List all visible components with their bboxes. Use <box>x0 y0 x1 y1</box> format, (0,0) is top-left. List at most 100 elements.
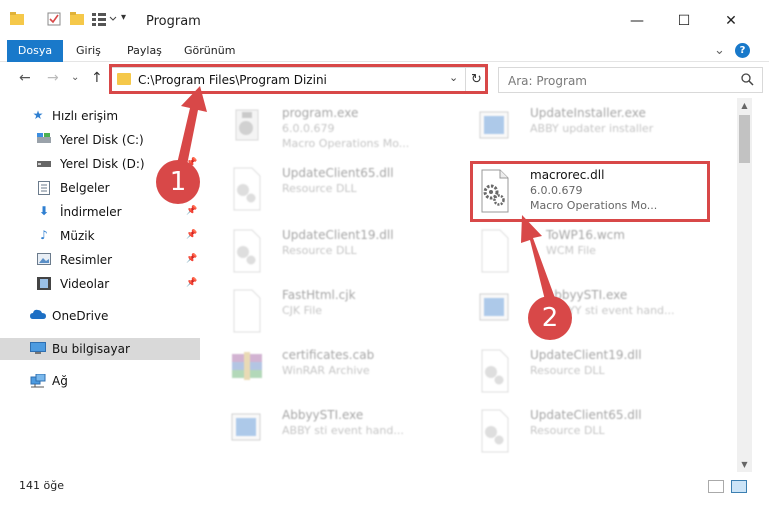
search-input[interactable]: Ara: Program <box>508 74 587 88</box>
nav-item-this-pc[interactable]: Bu bilgisayar <box>0 338 200 360</box>
file-list: program.exe 6.0.0.679 Macro Operations M… <box>210 100 737 472</box>
nav-item-label: OneDrive <box>52 309 109 323</box>
nav-item-music[interactable]: ♪ Müzik 📌 <box>0 225 200 247</box>
file-icon <box>476 228 512 274</box>
status-bar: 141 öğe <box>0 474 769 498</box>
file-name: FastHtml.cjk <box>282 288 356 302</box>
file-item[interactable]: UpdateClient65.dll Resource DLL <box>220 160 470 218</box>
nav-item-label: Bu bilgisayar <box>52 342 130 356</box>
file-item[interactable]: AbbyySTI.exe ABBYY sti event hand... <box>468 282 718 340</box>
close-button[interactable]: ✕ <box>717 10 745 32</box>
nav-item-network[interactable]: Ağ <box>0 370 200 392</box>
file-detail: WinRAR Archive <box>282 364 370 377</box>
minimize-button[interactable]: — <box>623 10 651 32</box>
installer-icon <box>476 106 512 152</box>
ribbon-expand-icon[interactable]: ⌄ <box>714 40 725 62</box>
computer-icon <box>30 342 46 355</box>
nav-item-pictures[interactable]: Resimler 📌 <box>0 249 200 271</box>
file-name: UpdateClient65.dll <box>530 408 642 422</box>
ribbon-tabs: Dosya Giriş Paylaş Görünüm ⌄ ? <box>0 40 769 62</box>
cloud-icon <box>30 309 46 322</box>
properties-icon[interactable] <box>47 12 61 29</box>
music-icon: ♪ <box>40 228 48 242</box>
pin-icon[interactable]: 📌 <box>186 230 197 240</box>
pictures-icon <box>37 253 51 266</box>
nav-item-label: Videolar <box>60 277 110 291</box>
download-icon: ⬇ <box>38 204 50 218</box>
search-icon[interactable] <box>741 73 754 89</box>
video-icon <box>37 277 51 290</box>
details-view-icon[interactable] <box>708 480 724 493</box>
up-button[interactable]: ↑ <box>91 70 103 86</box>
file-item[interactable]: certificates.cab WinRAR Archive <box>220 342 470 400</box>
nav-item-label: Belgeler <box>60 181 110 195</box>
item-count: 141 öğe <box>19 479 64 492</box>
vertical-scrollbar[interactable]: ▲ ▼ <box>737 98 752 472</box>
nav-item-label: İndirmeler <box>60 205 122 219</box>
tab-view[interactable]: Görünüm <box>184 40 235 62</box>
nav-item-label: Müzik <box>60 229 95 243</box>
nav-item-label: Yerel Disk (C:) <box>60 133 144 147</box>
exe-icon <box>228 106 264 152</box>
help-icon[interactable]: ? <box>735 43 750 58</box>
file-detail: Macro Operations Mo... <box>282 137 410 150</box>
title-bar: ▾ Program — ☐ ✕ <box>0 0 769 40</box>
back-button[interactable]: ← <box>19 70 31 86</box>
network-icon <box>30 373 46 388</box>
nav-item-onedrive[interactable]: OneDrive <box>0 305 200 327</box>
pin-icon[interactable]: 📌 <box>186 278 197 288</box>
scroll-thumb[interactable] <box>739 115 750 163</box>
folder-icon <box>10 12 24 28</box>
pin-icon[interactable]: 📌 <box>186 254 197 264</box>
maximize-button[interactable]: ☐ <box>670 10 698 32</box>
exe-icon <box>228 408 264 454</box>
file-item[interactable]: UpdateClient19.dll Resource DLL <box>220 222 470 280</box>
file-item[interactable]: UpdateClient65.dll Resource DLL <box>468 402 718 460</box>
nav-item-disk-c[interactable]: Yerel Disk (C:) <box>0 129 200 151</box>
dll-icon <box>228 166 264 212</box>
file-name: UpdateInstaller.exe <box>530 106 646 120</box>
step-1-badge: 1 <box>156 160 200 204</box>
drive-icon <box>37 157 51 170</box>
dll-icon <box>476 348 512 394</box>
file-item[interactable]: FastHtml.cjk CJK File <box>220 282 470 340</box>
nav-item-label: Resimler <box>60 253 113 267</box>
file-item[interactable]: AbbyySTI.exe ABBY sti event hand... <box>220 402 470 460</box>
pin-icon[interactable]: 📌 <box>186 206 197 216</box>
file-name: program.exe <box>282 106 359 120</box>
file-detail: Resource DLL <box>530 364 605 377</box>
file-item[interactable]: program.exe 6.0.0.679 Macro Operations M… <box>220 100 470 158</box>
file-name: UpdateClient19.dll <box>282 228 394 242</box>
view-options-icon[interactable] <box>92 12 118 29</box>
file-name: AbbyySTI.exe <box>282 408 364 422</box>
scroll-down-icon[interactable]: ▼ <box>737 457 752 472</box>
tab-file[interactable]: Dosya <box>7 40 63 62</box>
search-box[interactable]: Ara: Program <box>498 67 763 93</box>
file-detail: ABBY sti event hand... <box>282 424 404 437</box>
dll-icon <box>476 408 512 454</box>
tab-share[interactable]: Paylaş <box>127 40 162 62</box>
file-name: certificates.cab <box>282 348 375 362</box>
nav-item-downloads[interactable]: ⬇ İndirmeler 📌 <box>0 201 200 223</box>
file-icon <box>228 288 264 334</box>
customize-toolbar-icon[interactable]: ▾ <box>121 12 126 23</box>
file-detail: 6.0.0.679 <box>282 122 335 135</box>
new-folder-icon[interactable] <box>70 12 84 28</box>
tab-home[interactable]: Giriş <box>76 40 101 62</box>
recent-locations-button[interactable]: ⌄ <box>71 72 79 83</box>
file-item[interactable]: UpdateClient19.dll Resource DLL <box>468 342 718 400</box>
file-detail: WCM File <box>546 244 596 257</box>
file-item[interactable]: UpdateInstaller.exe ABBY updater install… <box>468 100 718 158</box>
file-detail: CJK File <box>282 304 323 317</box>
address-highlight-box <box>109 64 488 94</box>
nav-item-videos[interactable]: Videolar 📌 <box>0 273 200 295</box>
forward-button[interactable]: → <box>47 70 59 86</box>
nav-item-label: Yerel Disk (D:) <box>60 157 145 171</box>
file-name: UpdateClient65.dll <box>282 166 394 180</box>
nav-item-quick-access[interactable]: ★ Hızlı erişim <box>0 105 200 127</box>
file-detail: Resource DLL <box>282 244 357 257</box>
file-name: ToWP16.wcm <box>546 228 625 242</box>
large-icons-view-icon[interactable] <box>731 480 747 493</box>
scroll-up-icon[interactable]: ▲ <box>737 98 752 113</box>
file-item[interactable]: ToWP16.wcm WCM File <box>468 222 718 280</box>
